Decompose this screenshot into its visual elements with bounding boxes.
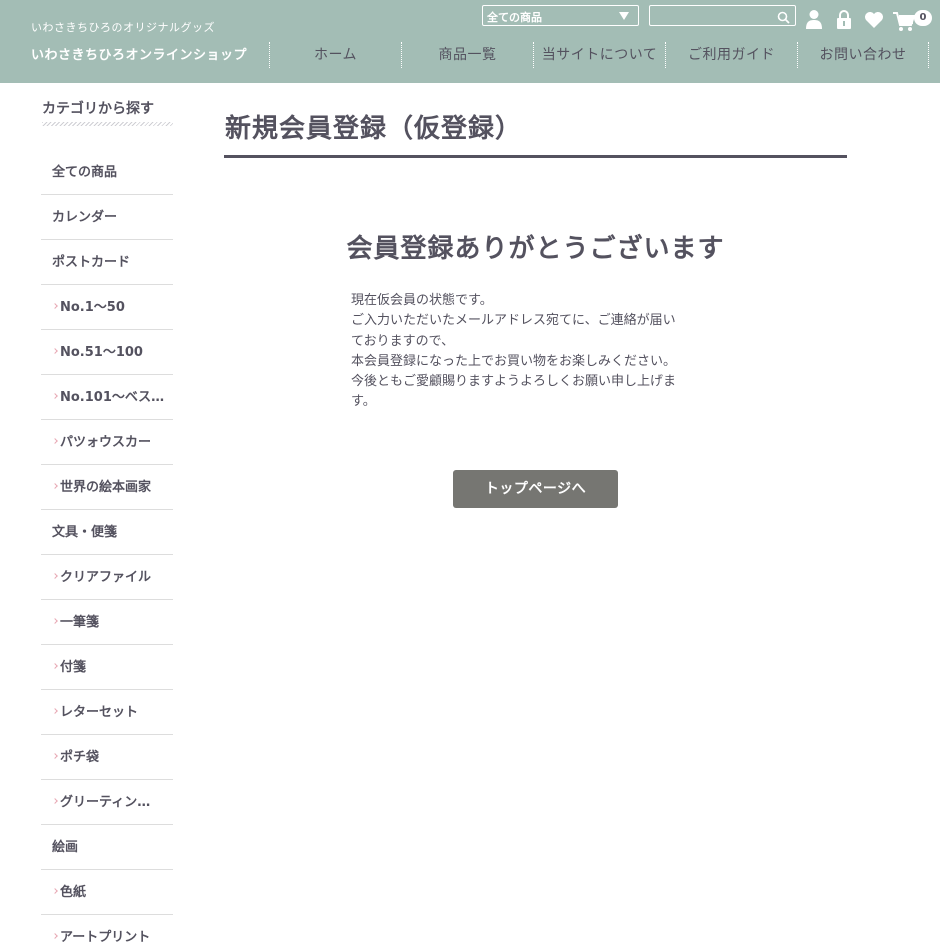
nav-contact[interactable]: お問い合わせ	[797, 42, 929, 68]
cart-count-badge: 0	[914, 10, 932, 26]
lock-icon[interactable]	[836, 9, 852, 33]
user-icon[interactable]	[805, 9, 823, 33]
sidebar-subcategory-item[interactable]: アートプリント	[41, 915, 173, 944]
top-page-button[interactable]: トップページへ	[453, 470, 618, 508]
nav-guide[interactable]: ご利用ガイド	[665, 42, 797, 68]
sidebar-category-item[interactable]: 全ての商品	[41, 150, 173, 195]
sidebar-subcategory-item[interactable]: レターセット	[41, 690, 173, 735]
message-line: 本会員登録になった上でお買い物をお楽しみください。	[351, 353, 677, 369]
sidebar-subcategory-item[interactable]: 世界の絵本画家	[41, 465, 173, 510]
global-nav: ホーム 商品一覧 当サイトについて ご利用ガイド お問い合わせ	[269, 42, 929, 68]
category-list: 全ての商品 カレンダー ポストカード No.1〜50 No.51〜100 No.101〜ベ…	[41, 150, 173, 944]
sidebar-subcategory-item[interactable]: 一筆箋	[41, 600, 173, 645]
message-line: す。	[351, 394, 376, 410]
site-header: いわさきちひろのオリジナルグッズ いわさきちひろオンラインショップ 全ての商品 …	[0, 0, 940, 83]
nav-home[interactable]: ホーム	[269, 42, 401, 68]
sidebar-subcategory-item[interactable]: No.101〜ベス…	[41, 375, 173, 420]
message-line: ご入力いただいたメールアドレス宛てに、ご連絡が届い	[351, 313, 676, 329]
sidebar-subcategory-item[interactable]: ポチ袋	[41, 735, 173, 780]
nav-products[interactable]: 商品一覧	[401, 42, 533, 68]
message-line: 今後ともご愛顧賜りますようよろしくお願い申し上げま	[351, 374, 677, 390]
sidebar-subcategory-item[interactable]: グリーティン…	[41, 780, 173, 825]
message-line: 現在仮会員の状態です。	[351, 293, 493, 308]
sidebar-title-divider	[42, 122, 173, 126]
nav-about[interactable]: 当サイトについて	[533, 42, 665, 68]
shop-logo[interactable]: いわさきちひろオンラインショップ	[31, 44, 247, 63]
message-line: ておりますので、	[351, 333, 455, 349]
sidebar-title: カテゴリから探す	[42, 101, 154, 117]
shop-subtitle: いわさきちひろのオリジナルグッズ	[31, 21, 215, 34]
sidebar-category-item[interactable]: カレンダー	[41, 195, 173, 240]
sidebar-category-item[interactable]: 文具・便箋	[41, 510, 173, 555]
sidebar-subcategory-item[interactable]: パツォウスカー	[41, 420, 173, 465]
registration-message: 現在仮会員の状態です。 ご入力いただいたメールアドレス宛てに、ご連絡が届い てお…	[351, 291, 721, 413]
sidebar-category-item[interactable]: ポストカード	[41, 240, 173, 285]
category-select[interactable]: 全ての商品	[482, 5, 639, 26]
sidebar-subcategory-item[interactable]: 付箋	[41, 645, 173, 690]
sidebar-subcategory-item[interactable]: 色紙	[41, 870, 173, 915]
sidebar-subcategory-item[interactable]: No.1〜50	[41, 285, 173, 330]
chevron-down-icon	[619, 12, 629, 20]
heart-icon[interactable]	[864, 11, 884, 33]
sidebar-subcategory-item[interactable]: クリアファイル	[41, 555, 173, 600]
cart-icon[interactable]	[893, 12, 916, 36]
search-input[interactable]	[650, 8, 770, 27]
page-title: 新規会員登録（仮登録）	[225, 114, 523, 144]
search-icon[interactable]	[777, 9, 790, 28]
category-select-value: 全ての商品	[487, 11, 542, 24]
search-box	[649, 5, 796, 28]
title-divider	[224, 155, 847, 158]
thanks-heading: 会員登録ありがとうございます	[346, 234, 725, 264]
sidebar-subcategory-item[interactable]: No.51〜100	[41, 330, 173, 375]
sidebar-category-item[interactable]: 絵画	[41, 825, 173, 870]
